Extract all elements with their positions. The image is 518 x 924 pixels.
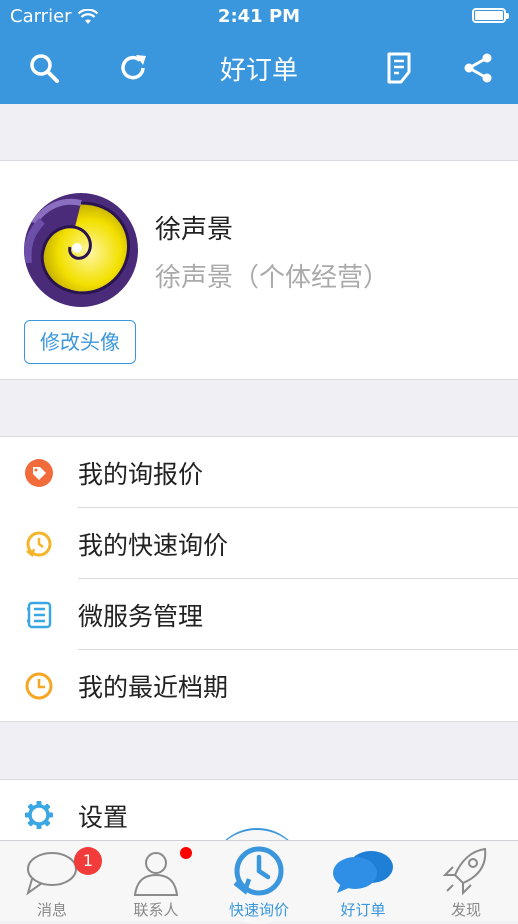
tab-label: 好订单 <box>340 901 386 919</box>
share-icon[interactable] <box>460 50 496 86</box>
tab-messages[interactable]: 1 消息 <box>0 841 104 921</box>
menu-item-recent-schedule[interactable]: 我的最近档期 <box>0 650 518 721</box>
battery-icon <box>472 8 509 23</box>
menu-item-label: 我的询报价 <box>78 460 204 489</box>
contacts-icon <box>133 852 179 896</box>
tab-label: 快速询价 <box>228 901 289 919</box>
profile-card: 徐声景 徐声景（个体经营） 修改头像 <box>0 160 518 380</box>
notification-dot <box>180 847 192 859</box>
tab-label: 消息 <box>36 901 67 919</box>
tab-quick-inquiry[interactable]: 快速询价 <box>207 841 311 921</box>
unread-badge: 1 <box>74 847 102 875</box>
quick-inquiry-icon <box>26 531 52 558</box>
tab-contacts[interactable]: 联系人 <box>104 841 208 921</box>
menu-item-quick-inquiry[interactable]: 我的快速询价 <box>0 508 518 579</box>
gear-icon <box>25 801 53 829</box>
clock-icon <box>25 672 53 700</box>
tab-bar: 1 消息 联系人 快速询价 好订单 发现 <box>0 840 518 921</box>
settings-label: 设置 <box>78 803 129 832</box>
menu-item-micro-service[interactable]: 微服务管理 <box>0 579 518 650</box>
avatar-image <box>24 193 138 307</box>
tab-orders[interactable]: 好订单 <box>311 841 415 921</box>
user-name: 徐声景 <box>155 215 234 245</box>
avatar[interactable] <box>24 193 138 307</box>
edit-avatar-button[interactable]: 修改头像 <box>24 320 136 364</box>
nav-bar: 好订单 <box>0 32 518 104</box>
quick-inquiry-icon <box>233 846 284 896</box>
page-title: 好订单 <box>219 56 298 86</box>
price-tag-icon <box>25 459 53 487</box>
list-icon <box>27 601 52 629</box>
menu-item-my-quotes[interactable]: 我的询报价 <box>0 437 518 508</box>
clock: 2:41 PM <box>217 6 301 27</box>
chat-icon <box>333 851 393 893</box>
tab-discover[interactable]: 发现 <box>414 841 518 921</box>
user-company: 徐声景（个体经营） <box>155 263 390 293</box>
menu-item-label: 我的快速询价 <box>78 531 229 560</box>
tab-label: 发现 <box>450 901 481 919</box>
message-icon <box>26 852 77 896</box>
menu-item-label: 微服务管理 <box>78 602 204 631</box>
menu-list: 我的询报价 我的快速询价 微服务管理 我的最近档期 <box>0 436 518 722</box>
status-bar: Carrier 2:41 PM <box>0 0 518 32</box>
rocket-icon <box>442 847 487 896</box>
note-icon[interactable] <box>381 50 417 86</box>
menu-item-label: 我的最近档期 <box>78 673 229 702</box>
tab-label: 联系人 <box>133 901 179 919</box>
